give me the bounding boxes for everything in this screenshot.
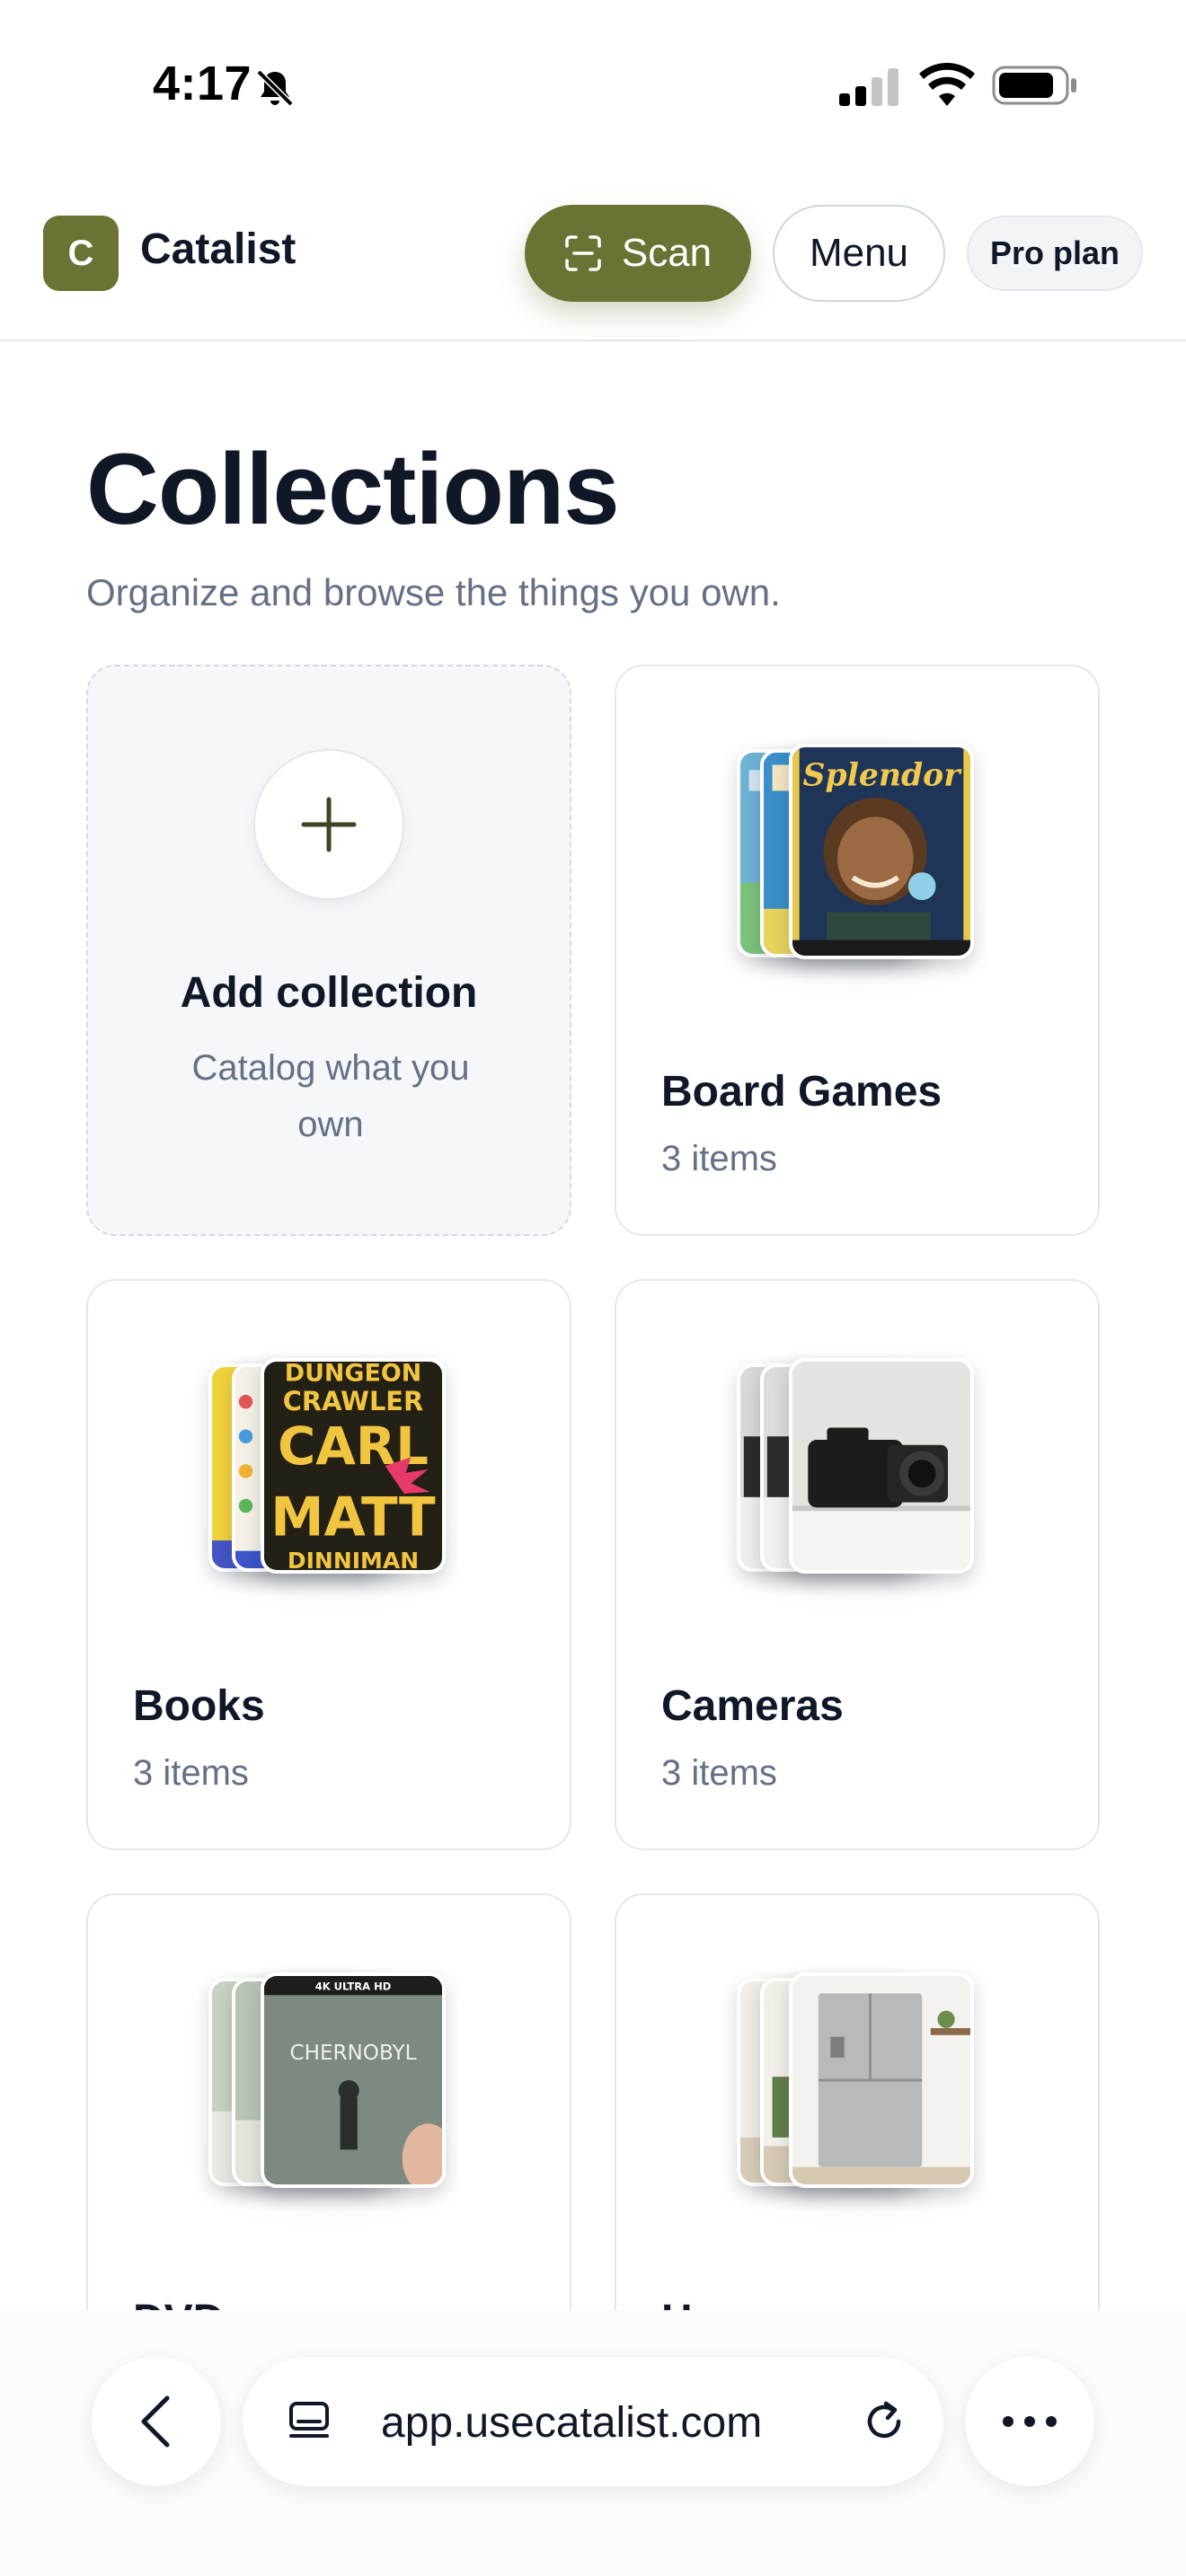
add-collection-subtitle: Catalog what you own xyxy=(191,1048,470,1144)
wifi-icon xyxy=(919,63,975,106)
app-logo[interactable]: C xyxy=(43,216,119,291)
status-bar: 4:17 xyxy=(0,0,1186,171)
reload-icon[interactable] xyxy=(859,2396,909,2447)
cellular-signal-icon xyxy=(839,68,898,106)
cover-image: Splendor xyxy=(789,744,974,959)
add-collection-card[interactable]: Add collection Catalog what you own xyxy=(86,665,571,1236)
book-title-line: DUNGEON xyxy=(285,1362,421,1387)
tab-icon xyxy=(289,2402,329,2438)
scan-icon xyxy=(565,235,601,271)
more-options-button[interactable] xyxy=(965,2357,1094,2486)
cover-stack xyxy=(737,1358,979,1592)
url-text[interactable]: app.usecatalist.com xyxy=(381,2398,762,2448)
book-title-line: DINNIMAN xyxy=(288,1548,419,1570)
chevron-left-icon xyxy=(141,2395,170,2448)
menu-button[interactable]: Menu xyxy=(773,205,945,302)
cover-image xyxy=(789,1972,974,2188)
cover-image xyxy=(789,1358,974,1574)
collection-card-board-games[interactable]: Splendor Board Games 3 items xyxy=(615,665,1100,1236)
cover-image: 4K ULTRA HD CHERNOBYL xyxy=(261,1972,446,2188)
cover-stack xyxy=(737,1972,979,2206)
back-button[interactable] xyxy=(92,2357,221,2486)
collection-name: Cameras xyxy=(661,1682,844,1730)
book-title-line: MATT xyxy=(270,1486,436,1548)
cover-stack: 4K ULTRA HD CHERNOBYL xyxy=(208,1972,451,2206)
collection-card-books[interactable]: DUNGEON CRAWLER CARL MATT DINNIMAN Books… xyxy=(86,1279,571,1850)
browser-toolbar: app.usecatalist.com xyxy=(0,2310,1186,2576)
address-bar[interactable]: app.usecatalist.com xyxy=(243,2357,943,2486)
collection-card-cameras[interactable]: Cameras 3 items xyxy=(615,1279,1100,1850)
dvd-title-text: CHERNOBYL xyxy=(290,2042,417,2065)
plan-badge[interactable]: Pro plan xyxy=(967,216,1143,291)
cover-stack: DUNGEON CRAWLER CARL MATT DINNIMAN xyxy=(208,1358,451,1592)
app-name[interactable]: Catalist xyxy=(140,225,296,274)
collection-count: 3 items xyxy=(661,1753,777,1793)
ellipsis-icon xyxy=(1003,2416,1057,2427)
app-header: C Catalist Scan Menu Pro plan xyxy=(0,171,1186,341)
scan-label: Scan xyxy=(621,231,712,275)
cover-image: DUNGEON CRAWLER CARL MATT DINNIMAN xyxy=(261,1358,446,1574)
plus-icon xyxy=(301,797,357,852)
collection-name: Board Games xyxy=(661,1068,943,1116)
collection-count: 3 items xyxy=(661,1139,777,1178)
dvd-badge-text: 4K ULTRA HD xyxy=(315,1980,392,1992)
app-screen: 4:17 C Catalist Scan Menu Pro plan Colle… xyxy=(0,0,1186,2576)
battery-icon xyxy=(992,66,1076,105)
add-collection-title: Add collection xyxy=(180,969,478,1017)
bell-slash-icon xyxy=(256,69,294,107)
book-title-line: CRAWLER xyxy=(283,1386,423,1416)
add-button[interactable] xyxy=(253,749,404,900)
status-time: 4:17 xyxy=(153,57,252,110)
page-title: Collections xyxy=(86,433,620,545)
scan-button[interactable]: Scan xyxy=(525,205,751,302)
collection-count: 3 items xyxy=(133,1753,249,1793)
collection-name: Books xyxy=(133,1682,265,1730)
splendor-title: Splendor xyxy=(803,756,963,793)
cover-stack: Splendor xyxy=(737,744,979,977)
page-subtitle: Organize and browse the things you own. xyxy=(86,571,781,613)
